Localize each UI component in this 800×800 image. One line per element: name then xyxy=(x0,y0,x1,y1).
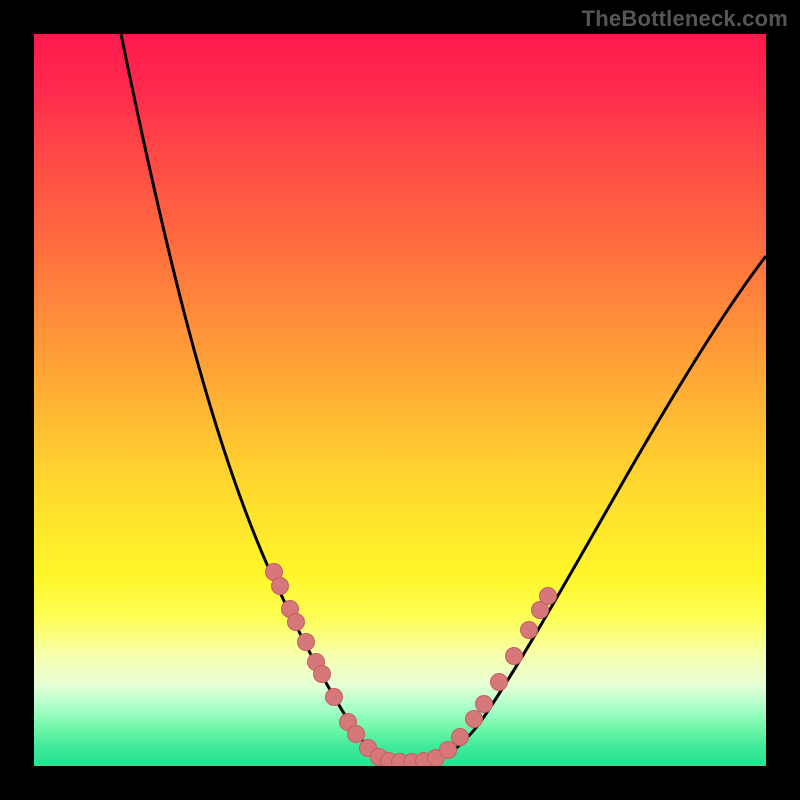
data-marker xyxy=(491,674,508,691)
chart-frame: TheBottleneck.com xyxy=(0,0,800,800)
data-marker xyxy=(314,666,331,683)
data-marker xyxy=(326,689,343,706)
plot-area xyxy=(34,34,766,766)
data-marker xyxy=(506,648,523,665)
data-marker xyxy=(466,711,483,728)
right-curve xyxy=(429,256,766,761)
marker-group xyxy=(266,564,557,767)
data-marker xyxy=(288,614,305,631)
data-marker xyxy=(540,588,557,605)
data-marker xyxy=(272,578,289,595)
data-marker xyxy=(348,726,365,743)
data-marker xyxy=(476,696,493,713)
watermark-text: TheBottleneck.com xyxy=(582,6,788,32)
data-marker xyxy=(440,742,457,759)
data-marker xyxy=(298,634,315,651)
left-curve xyxy=(121,34,389,761)
chart-svg xyxy=(34,34,766,766)
data-marker xyxy=(452,729,469,746)
curve-group xyxy=(121,34,766,761)
data-marker xyxy=(521,622,538,639)
